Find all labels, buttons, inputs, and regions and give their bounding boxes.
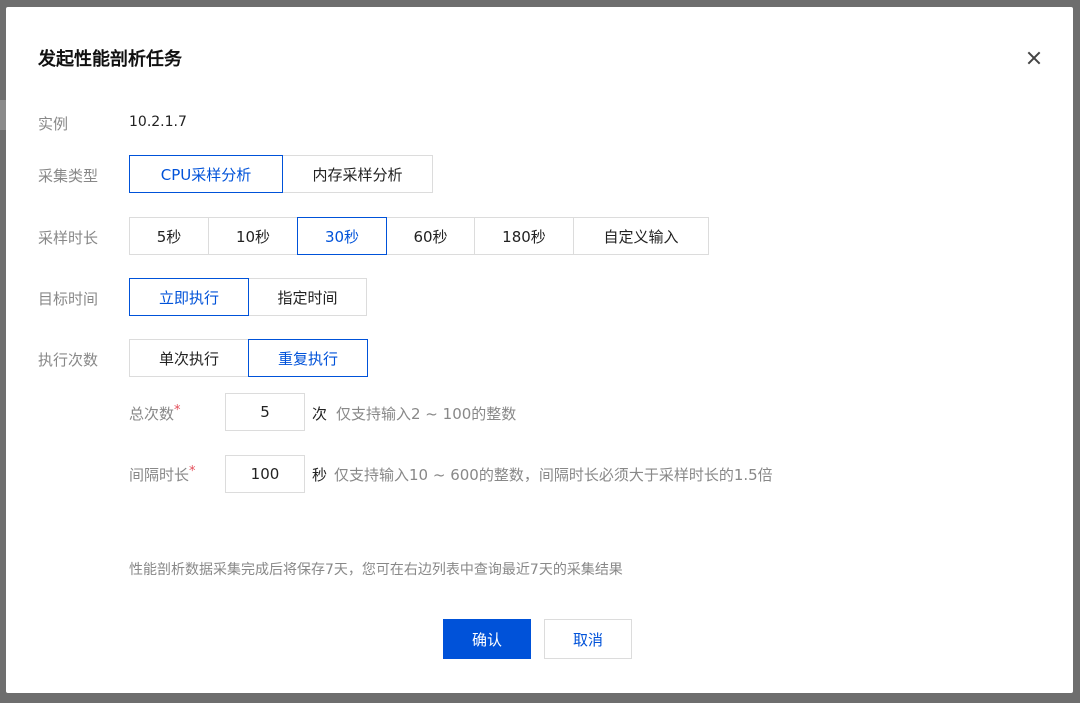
interval-input[interactable]: 100 bbox=[225, 455, 305, 493]
duration-option-30s[interactable]: 30秒 bbox=[297, 217, 387, 255]
exec-count-group: 单次执行 重复执行 bbox=[129, 339, 368, 377]
sample-duration-label: 采样时长 bbox=[38, 229, 99, 247]
target-time-option-scheduled[interactable]: 指定时间 bbox=[248, 278, 367, 316]
dialog-title: 发起性能剖析任务 bbox=[38, 49, 182, 70]
interval-hint: 仅支持输入10 ~ 600的整数，间隔时长必须大于采样时长的1.5倍 bbox=[334, 466, 773, 484]
target-time-label: 目标时间 bbox=[38, 290, 99, 308]
retention-note: 性能剖析数据采集完成后将保存7天，您可在右边列表中查询最近7天的采集结果 bbox=[129, 562, 623, 578]
total-count-label-text: 总次数 bbox=[129, 405, 175, 423]
duration-option-60s[interactable]: 60秒 bbox=[386, 217, 475, 255]
sample-duration-group: 5秒 10秒 30秒 60秒 180秒 自定义输入 bbox=[129, 217, 709, 255]
confirm-button[interactable]: 确认 bbox=[443, 619, 531, 659]
target-time-option-now[interactable]: 立即执行 bbox=[129, 278, 249, 316]
interval-label-text: 间隔时长 bbox=[129, 466, 190, 484]
instance-value: 10.2.1.7 bbox=[129, 114, 187, 130]
profiling-task-dialog: 发起性能剖析任务 实例 10.2.1.7 采集类型 CPU采样分析 内存采样分析… bbox=[6, 7, 1073, 693]
instance-label: 实例 bbox=[38, 115, 69, 133]
total-count-label: 总次数* bbox=[129, 403, 181, 424]
total-count-unit: 次 bbox=[312, 405, 328, 423]
close-icon[interactable] bbox=[1023, 47, 1045, 69]
total-count-input[interactable]: 5 bbox=[225, 393, 305, 431]
duration-option-180s[interactable]: 180秒 bbox=[474, 217, 574, 255]
interval-label: 间隔时长* bbox=[129, 464, 196, 485]
duration-option-custom[interactable]: 自定义输入 bbox=[573, 217, 709, 255]
exec-count-option-repeat[interactable]: 重复执行 bbox=[248, 339, 368, 377]
total-count-hint: 仅支持输入2 ~ 100的整数 bbox=[336, 405, 517, 423]
collect-type-group: CPU采样分析 内存采样分析 bbox=[129, 155, 433, 193]
cancel-button[interactable]: 取消 bbox=[544, 619, 632, 659]
collect-type-label: 采集类型 bbox=[38, 167, 99, 185]
interval-unit: 秒 bbox=[312, 466, 328, 484]
duration-option-10s[interactable]: 10秒 bbox=[208, 217, 298, 255]
target-time-group: 立即执行 指定时间 bbox=[129, 278, 367, 316]
exec-count-option-single[interactable]: 单次执行 bbox=[129, 339, 249, 377]
required-mark: * bbox=[189, 464, 196, 479]
duration-option-5s[interactable]: 5秒 bbox=[129, 217, 209, 255]
exec-count-label: 执行次数 bbox=[38, 351, 99, 369]
required-mark: * bbox=[174, 403, 181, 418]
collect-type-option-cpu[interactable]: CPU采样分析 bbox=[129, 155, 283, 193]
collect-type-option-memory[interactable]: 内存采样分析 bbox=[282, 155, 433, 193]
